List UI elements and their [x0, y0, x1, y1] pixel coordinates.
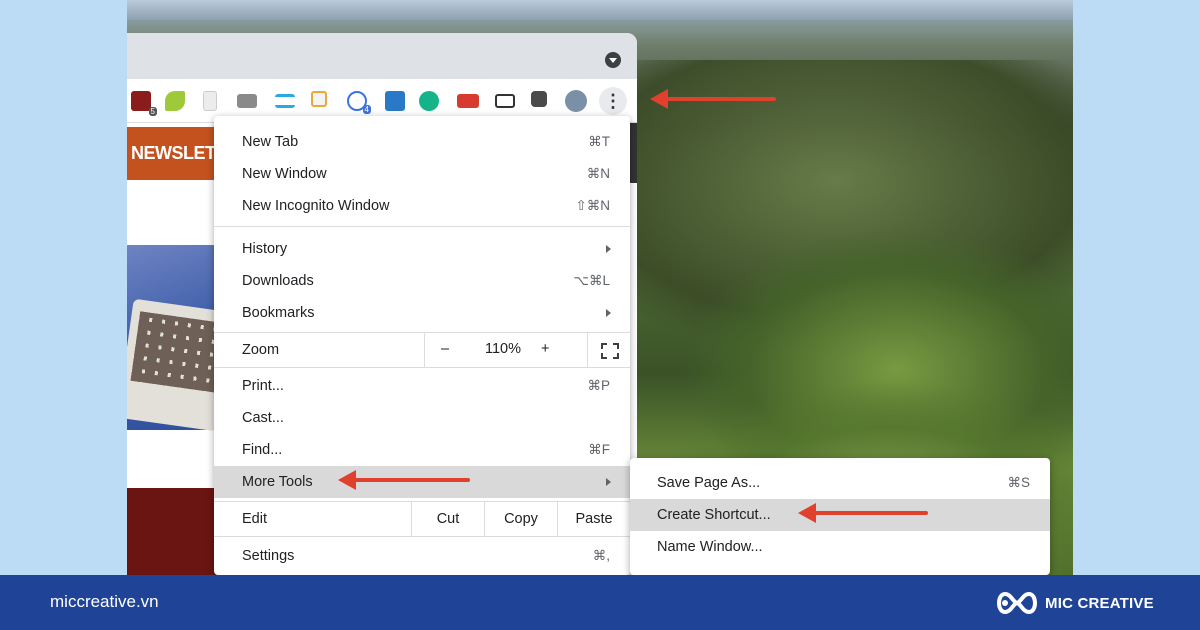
more-tools-submenu: Save Page As... ⌘S Create Shortcut... Na… — [630, 458, 1050, 575]
ublock-icon[interactable]: 5 — [131, 91, 157, 116]
menu-item-new-window[interactable]: New Window ⌘N — [214, 158, 630, 190]
kebab-icon: ⋮ — [604, 91, 622, 111]
menu-item-new-tab[interactable]: New Tab ⌘T — [214, 126, 630, 158]
menu-item-bookmarks[interactable]: Bookmarks — [214, 297, 630, 329]
menu-item-label: Name Window... — [657, 539, 763, 555]
menu-item-shortcut: ⌘T — [588, 134, 610, 149]
submenu-arrow-icon — [606, 245, 611, 253]
menu-item-history[interactable]: History — [214, 233, 630, 265]
menu-item-shortcut: ⌘S — [1007, 475, 1030, 490]
menu-item-label: New Window — [242, 166, 327, 182]
menu-item-label: Find... — [242, 442, 283, 458]
check-icon[interactable]: 4 — [347, 91, 371, 114]
menu-divider — [214, 226, 630, 227]
trello-icon[interactable] — [385, 91, 405, 111]
menu-item-label: Downloads — [242, 273, 314, 289]
menu-item-downloads[interactable]: Downloads ⌥⌘L — [214, 265, 630, 297]
menu-item-print[interactable]: Print... ⌘P — [214, 370, 630, 402]
submenu-arrow-icon — [606, 478, 611, 486]
annotation-arrow — [650, 89, 776, 109]
zoom-label: Zoom — [242, 342, 280, 358]
menu-item-label: Save Page As... — [657, 475, 761, 491]
submenu-item-create-shortcut[interactable]: Create Shortcut... — [630, 499, 1050, 531]
brand-logo: MIC CREATIVE — [993, 587, 1154, 619]
menu-item-label: New Incognito Window — [242, 198, 390, 214]
copy-button[interactable]: Copy — [484, 502, 557, 536]
window-icon[interactable] — [237, 94, 257, 108]
menu-item-shortcut: ⌘P — [587, 378, 610, 393]
arrow-head-icon — [798, 503, 816, 523]
site-url[interactable]: miccreative.vn — [50, 592, 159, 612]
arrow-head-icon — [650, 89, 668, 109]
paint-icon[interactable] — [311, 91, 327, 107]
leaf-icon[interactable] — [165, 91, 185, 111]
brand-footer: miccreative.vn MIC CREATIVE — [0, 575, 1200, 630]
zoom-level: 110% — [484, 341, 521, 357]
menu-item-shortcut: ⌘F — [588, 442, 610, 457]
filter-icon[interactable] — [275, 94, 295, 108]
newsletter-banner[interactable]: NEWSLETTER — [127, 127, 222, 180]
menu-item-label: Cast... — [242, 410, 284, 426]
annotation-arrow — [338, 470, 470, 490]
menu-item-label: Bookmarks — [242, 305, 315, 321]
zoom-in-button[interactable]: + — [541, 341, 549, 357]
ublock-badge: 5 — [148, 107, 157, 116]
menu-item-label: Create Shortcut... — [657, 507, 771, 523]
todo-badge: 4 — [362, 105, 371, 114]
avatar[interactable] — [565, 90, 587, 112]
menu-divider — [214, 536, 630, 537]
menu-item-find[interactable]: Find... ⌘F — [214, 434, 630, 466]
menu-item-settings[interactable]: Settings ⌘, — [214, 540, 630, 572]
menu-item-more-tools[interactable]: More Tools — [214, 466, 630, 498]
menu-item-shortcut: ⌘, — [592, 548, 610, 563]
chrome-main-menu: New Tab ⌘T New Window ⌘N New Incognito W… — [214, 116, 630, 575]
menu-zoom-row: Zoom – 110% + — [214, 333, 630, 367]
submenu-arrow-icon — [606, 309, 611, 317]
hero-image — [127, 245, 233, 432]
cut-button[interactable]: Cut — [411, 502, 484, 536]
menu-edit-row: Edit Cut Copy Paste — [214, 502, 630, 536]
menu-item-shortcut: ⌥⌘L — [573, 273, 610, 288]
submenu-item-name-window[interactable]: Name Window... — [630, 531, 1050, 563]
menu-item-shortcut: ⌘N — [586, 166, 610, 181]
keyboard-keys — [130, 311, 226, 393]
arrow-head-icon — [338, 470, 356, 490]
fullscreen-icon — [613, 353, 619, 359]
grammarly-icon[interactable] — [419, 91, 439, 111]
zoom-out-button[interactable]: – — [441, 341, 449, 357]
tab-strip — [127, 33, 637, 79]
paste-button[interactable]: Paste — [557, 502, 630, 536]
page-footer-band — [127, 488, 222, 575]
more-menu-button[interactable]: ⋮ — [599, 87, 627, 115]
fullscreen-icon — [601, 343, 607, 349]
infinity-logo-icon — [997, 591, 1037, 615]
zoom-controls: – 110% + — [424, 333, 630, 367]
fullscreen-button[interactable] — [587, 333, 631, 367]
menu-item-new-incognito[interactable]: New Incognito Window ⇧⌘N — [214, 190, 630, 222]
menu-item-label: More Tools — [242, 474, 313, 490]
fullscreen-icon — [613, 343, 619, 349]
menu-item-label: Print... — [242, 378, 284, 394]
menu-divider — [214, 367, 630, 368]
picture-in-picture-icon[interactable] — [495, 94, 515, 108]
menu-item-shortcut: ⇧⌘N — [575, 198, 610, 213]
tab-search-icon[interactable] — [605, 52, 621, 68]
puzzle-icon[interactable] — [531, 91, 547, 107]
menu-item-label: History — [242, 241, 288, 257]
menu-item-label: New Tab — [242, 134, 299, 150]
edit-label: Edit — [242, 511, 267, 527]
brand-name: MIC CREATIVE — [1045, 594, 1154, 612]
submenu-item-save-page[interactable]: Save Page As... ⌘S — [630, 467, 1050, 499]
recorder-icon[interactable] — [457, 94, 479, 108]
doc-icon[interactable] — [203, 91, 217, 111]
menu-item-cast[interactable]: Cast... — [214, 402, 630, 434]
menu-item-label: Settings — [242, 548, 295, 564]
sky — [127, 0, 1073, 20]
fullscreen-icon — [601, 353, 607, 359]
annotation-arrow — [798, 503, 928, 523]
